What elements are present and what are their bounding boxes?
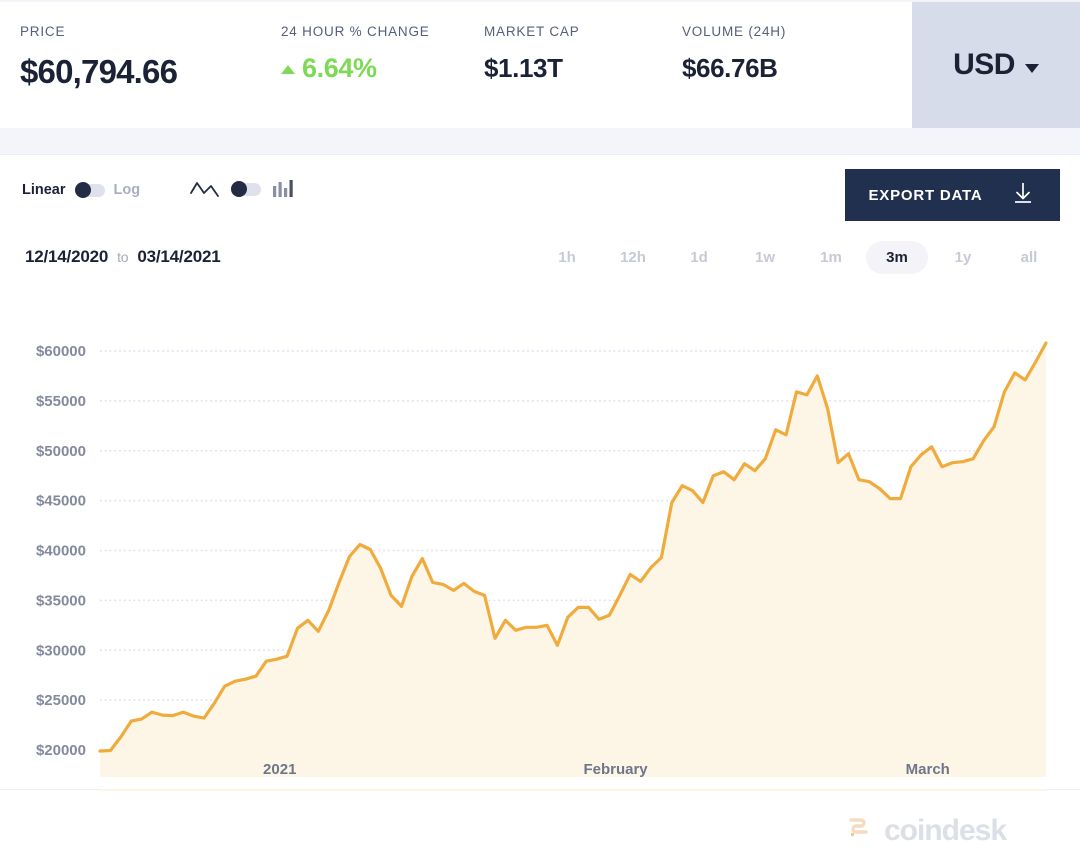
range-all[interactable]: all (998, 241, 1060, 274)
chart-type-toggle[interactable] (190, 179, 294, 199)
range-1d[interactable]: 1d (668, 241, 730, 274)
date-range-start[interactable]: 12/14/2020 (25, 247, 108, 267)
stat-volume: VOLUME (24H) $66.76B (682, 24, 786, 84)
range-1h[interactable]: 1h (536, 241, 598, 274)
y-axis-tick-label: $60000 (36, 343, 86, 360)
stat-volume-value: $66.76B (682, 53, 778, 83)
y-axis-tick-label: $35000 (36, 592, 86, 609)
price-chart[interactable]: $20000 $25000 $30000 $35000 $40000 $45000 $500… (0, 293, 1080, 791)
stat-price-label: PRICE (20, 24, 66, 39)
date-range-end[interactable]: 03/14/2021 (137, 247, 220, 267)
scale-toggle-log-label: Log (113, 182, 141, 198)
scale-toggle-knob (74, 182, 91, 198)
coindesk-logo-icon (845, 813, 875, 848)
stat-market-cap-label: MARKET CAP (484, 24, 580, 39)
range-1w[interactable]: 1w (734, 241, 796, 274)
x-axis-tick-label: February (583, 761, 648, 778)
chart-panel: Linear Log EXPORT DATA 12/14/2020 to 03/… (0, 154, 1080, 847)
y-axis-tick-label: $25000 (36, 692, 86, 709)
currency-selector[interactable]: USD (912, 2, 1080, 128)
chart-area-fill (100, 343, 1046, 791)
chart-toolbar: Linear Log EXPORT DATA (0, 155, 1080, 233)
range-12h[interactable]: 12h (602, 241, 664, 274)
header-divider (0, 128, 1080, 154)
range-1y[interactable]: 1y (932, 241, 994, 274)
price-chart-svg: $20000 $25000 $30000 $35000 $40000 $45000 $500… (36, 341, 1048, 791)
chart-type-knob (231, 181, 247, 197)
stat-price: PRICE $60,794.66 (20, 24, 178, 91)
stat-market-cap-value: $1.13T (484, 53, 563, 83)
stat-change-value: 6.64% (302, 53, 377, 83)
market-stats-header: PRICE $60,794.66 24 HOUR % CHANGE 6.64% … (0, 0, 1080, 128)
scale-toggle-linear-label: Linear (22, 182, 66, 198)
x-axis-tick-label: 2021 (263, 761, 296, 778)
y-axis-tick-label: $40000 (36, 543, 86, 560)
date-range-picker[interactable]: 12/14/2020 to 03/14/2021 (25, 247, 221, 267)
range-3m[interactable]: 3m (866, 241, 928, 274)
stat-change-value-row: 6.64% (281, 53, 430, 84)
x-axis-tick-label: March (906, 761, 950, 778)
download-icon (1009, 179, 1037, 212)
bar-chart-icon[interactable] (272, 179, 294, 199)
coindesk-watermark: coindesk (845, 813, 1007, 848)
date-range-row: 12/14/2020 to 03/14/2021 1h 12h 1d 1w 1m… (0, 233, 1080, 293)
y-axis-tick-label: $45000 (36, 493, 86, 510)
stats-row: PRICE $60,794.66 24 HOUR % CHANGE 6.64% … (0, 2, 912, 128)
y-axis-tick-label: $20000 (36, 742, 86, 759)
chart-type-switch[interactable] (231, 181, 261, 197)
stat-price-value: $60,794.66 (20, 53, 178, 90)
stat-market-cap: MARKET CAP $1.13T (484, 24, 580, 84)
range-1m[interactable]: 1m (800, 241, 862, 274)
scale-toggle[interactable]: Linear Log (22, 182, 140, 198)
caret-up-icon (281, 65, 295, 74)
coindesk-watermark-text: coindesk (884, 813, 1007, 847)
y-axis-tick-label: $50000 (36, 443, 86, 460)
stat-change: 24 HOUR % CHANGE 6.64% (281, 24, 430, 84)
y-axis-tick-label: $55000 (36, 393, 86, 410)
currency-selector-label: USD (953, 48, 1015, 81)
export-data-button[interactable]: EXPORT DATA (845, 169, 1060, 221)
date-range-separator: to (117, 249, 129, 265)
time-range-selector: 1h 12h 1d 1w 1m 3m 1y all (536, 241, 1060, 274)
line-chart-icon[interactable] (190, 179, 220, 199)
stat-change-label: 24 HOUR % CHANGE (281, 24, 430, 39)
chart-footer-strip (0, 777, 1080, 789)
stat-volume-label: VOLUME (24H) (682, 24, 787, 39)
y-axis-tick-label: $30000 (36, 642, 86, 659)
scale-toggle-switch[interactable] (74, 182, 105, 198)
export-data-label: EXPORT DATA (868, 186, 983, 204)
chevron-down-icon (1024, 63, 1039, 73)
